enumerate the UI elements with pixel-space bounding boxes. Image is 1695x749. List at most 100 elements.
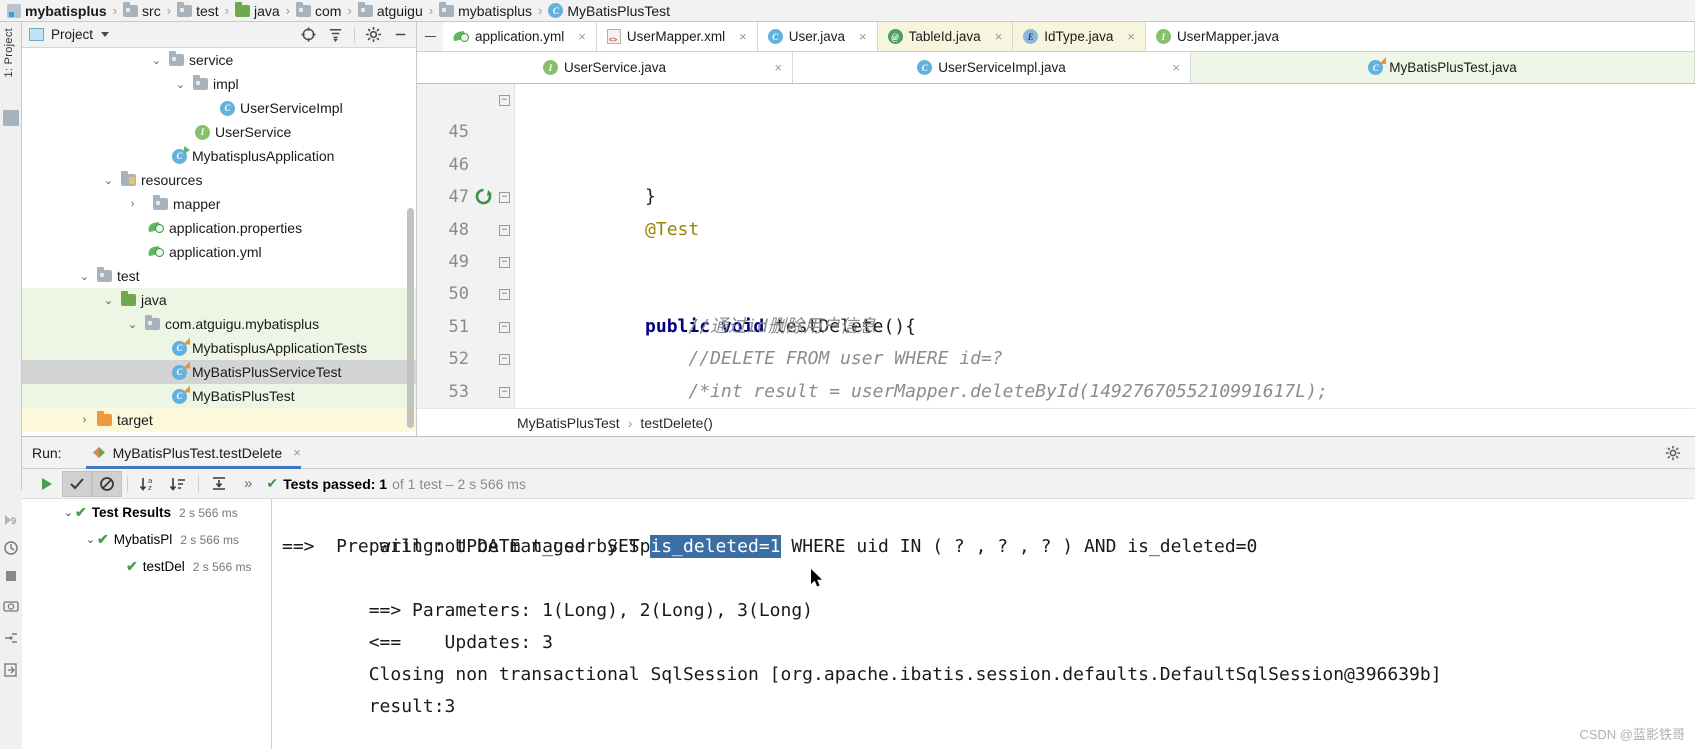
test-results-tree[interactable]: ⌄ ✔ Test Results 2 s 566 ms ⌄ ✔ MybatisP… [22, 499, 272, 749]
structure-tab-icon[interactable] [3, 110, 19, 126]
debug-icon[interactable]: 9 [3, 512, 19, 528]
collapse-all-icon[interactable] [327, 26, 344, 43]
tab-userservice-java[interactable]: I UserService.java × [417, 52, 793, 83]
editor-breadcrumb-class[interactable]: MyBatisPlusTest [517, 415, 620, 431]
editor-breadcrumb-method[interactable]: testDelete() [640, 415, 712, 431]
twisty-icon[interactable]: ⌄ [78, 270, 91, 283]
tree-item-userservice[interactable]: I UserService [22, 120, 416, 144]
breadcrumb-label: java [253, 2, 280, 19]
project-tree-scrollbar[interactable] [407, 208, 414, 428]
breadcrumb-item-mybatisplus[interactable]: mybatisplus [438, 0, 533, 22]
fold-icon[interactable]: − [499, 321, 510, 333]
tab-application-yml[interactable]: application.yml × [443, 22, 597, 51]
tree-item-mybatisplustest[interactable]: C MyBatisPlusTest [22, 384, 416, 408]
twisty-icon[interactable]: ⌄ [174, 78, 187, 91]
tree-item-mybatisplusservicetest[interactable]: C MyBatisPlusServiceTest [22, 360, 416, 384]
breadcrumb-item-src[interactable]: src [122, 0, 162, 22]
tree-item-mybatisplusapplicationtests[interactable]: C MybatisplusApplicationTests [22, 336, 416, 360]
fold-icon[interactable]: − [499, 192, 510, 204]
hide-editor-tabs-button[interactable] [417, 22, 443, 51]
breadcrumb-item-java[interactable]: java [234, 0, 281, 22]
tree-item-service[interactable]: ⌄ service [22, 48, 416, 72]
tab-idtype-java[interactable]: E IdType.java × [1013, 22, 1146, 51]
twisty-icon[interactable]: ⌄ [150, 54, 163, 67]
sidebar-item-project[interactable]: 1: Project [3, 28, 15, 77]
sort-duration-button[interactable] [163, 471, 193, 497]
tree-item-application-properties[interactable]: application.properties [22, 216, 416, 240]
tree-item-label: impl [213, 76, 239, 92]
run-config-tab[interactable]: MyBatisPlusTest.testDelete × [85, 437, 307, 469]
stop-icon[interactable] [3, 568, 19, 584]
fold-icon[interactable]: − [499, 354, 510, 366]
chevron-down-icon[interactable] [101, 32, 110, 37]
show-passed-button[interactable] [62, 470, 92, 497]
twisty-icon[interactable]: ⌄ [126, 318, 139, 331]
gear-icon[interactable] [365, 26, 382, 43]
close-icon[interactable]: × [859, 29, 867, 44]
layout-icon[interactable] [3, 630, 19, 646]
test-tree-row-method[interactable]: ✔ testDel 2 s 566 ms [22, 553, 271, 580]
tab-mybatisplustest-java[interactable]: C MyBatisPlusTest.java [1191, 52, 1695, 83]
tab-usermapper-xml[interactable]: UserMapper.xml × [596, 22, 758, 51]
close-icon[interactable]: × [995, 29, 1003, 44]
tab-tableid-java[interactable]: @ TableId.java × [877, 22, 1014, 51]
fold-icon[interactable]: − [499, 95, 510, 106]
fold-icon[interactable]: − [499, 224, 510, 236]
tree-item-package[interactable]: ⌄ com.atguigu.mybatisplus [22, 312, 416, 336]
build-icon[interactable] [3, 540, 19, 556]
tree-item-java[interactable]: ⌄ java [22, 288, 416, 312]
close-icon[interactable]: × [293, 445, 301, 460]
close-icon[interactable]: × [739, 29, 747, 44]
test-tree-row-results[interactable]: ⌄ ✔ Test Results 2 s 566 ms [22, 499, 271, 526]
show-ignored-button[interactable] [92, 470, 122, 497]
hide-icon[interactable] [392, 26, 409, 43]
console-selected-text[interactable]: is_deleted=1 [650, 535, 781, 558]
class-test-icon: C [1368, 57, 1387, 75]
twisty-icon[interactable]: ⌄ [102, 294, 115, 307]
breadcrumb-item-module[interactable]: mybatisplus [6, 0, 108, 22]
line-number: 51 [448, 316, 469, 337]
close-icon[interactable]: × [774, 60, 782, 75]
breadcrumb-item-class[interactable]: C MyBatisPlusTest [547, 0, 671, 22]
tab-userserviceimpl-java[interactable]: C UserServiceImpl.java × [793, 52, 1191, 83]
breadcrumb-item-atguigu[interactable]: atguigu [357, 0, 424, 22]
tree-item-application-yml[interactable]: application.yml [22, 240, 416, 264]
tree-item-mybatisplusapplication[interactable]: C MybatisplusApplication [22, 144, 416, 168]
close-icon[interactable]: × [1127, 29, 1135, 44]
exit-icon[interactable] [3, 662, 19, 678]
close-icon[interactable]: × [1172, 60, 1180, 75]
fold-icon[interactable]: − [499, 256, 510, 268]
close-icon[interactable]: × [578, 29, 586, 44]
tab-usermapper-java[interactable]: I UserMapper.java [1145, 22, 1695, 51]
tree-item-target[interactable]: › target [22, 408, 416, 432]
breadcrumb-item-com[interactable]: com [295, 0, 342, 22]
rerun-button[interactable] [32, 471, 62, 497]
more-options-icon[interactable]: » [244, 475, 252, 492]
twisty-icon[interactable]: ⌄ [62, 506, 75, 519]
run-icon [42, 477, 52, 490]
test-tree-row-class[interactable]: ⌄ ✔ MybatisPl 2 s 566 ms [22, 526, 271, 553]
run-test-gutter-icon[interactable] [475, 188, 492, 205]
editor-code-area[interactable]: 45 − } 46 47 @Test 48 − public void test… [449, 84, 1695, 408]
tree-item-userserviceimpl[interactable]: C UserServiceImpl [22, 96, 416, 120]
console-output[interactable]: will not be managed by Spring ==> Prepar… [272, 499, 1695, 749]
tab-label: UserMapper.xml [626, 29, 726, 44]
twisty-icon[interactable]: ⌄ [102, 174, 115, 187]
code-editor[interactable]: 45 − } 46 47 @Test 48 − public void test… [417, 84, 1695, 408]
screenshot-icon[interactable] [3, 598, 19, 614]
tree-item-resources[interactable]: ⌄ resources [22, 168, 416, 192]
tree-item-impl[interactable]: ⌄ impl [22, 72, 416, 96]
breadcrumb-item-test[interactable]: test [176, 0, 220, 22]
tree-item-mapper[interactable]: › mapper [22, 192, 416, 216]
sort-alphabetical-button[interactable]: a z [133, 471, 163, 497]
twisty-icon[interactable]: ⌄ [84, 533, 97, 546]
twisty-icon[interactable]: › [126, 198, 139, 210]
fold-icon[interactable]: − [499, 386, 510, 398]
twisty-icon[interactable]: › [78, 414, 91, 426]
expand-all-button[interactable] [204, 471, 234, 497]
tree-item-test[interactable]: ⌄ test [22, 264, 416, 288]
gear-icon[interactable] [1665, 445, 1681, 461]
tab-user-java[interactable]: C User.java × [757, 22, 878, 51]
fold-icon[interactable]: − [499, 289, 510, 301]
locate-icon[interactable] [300, 26, 317, 43]
